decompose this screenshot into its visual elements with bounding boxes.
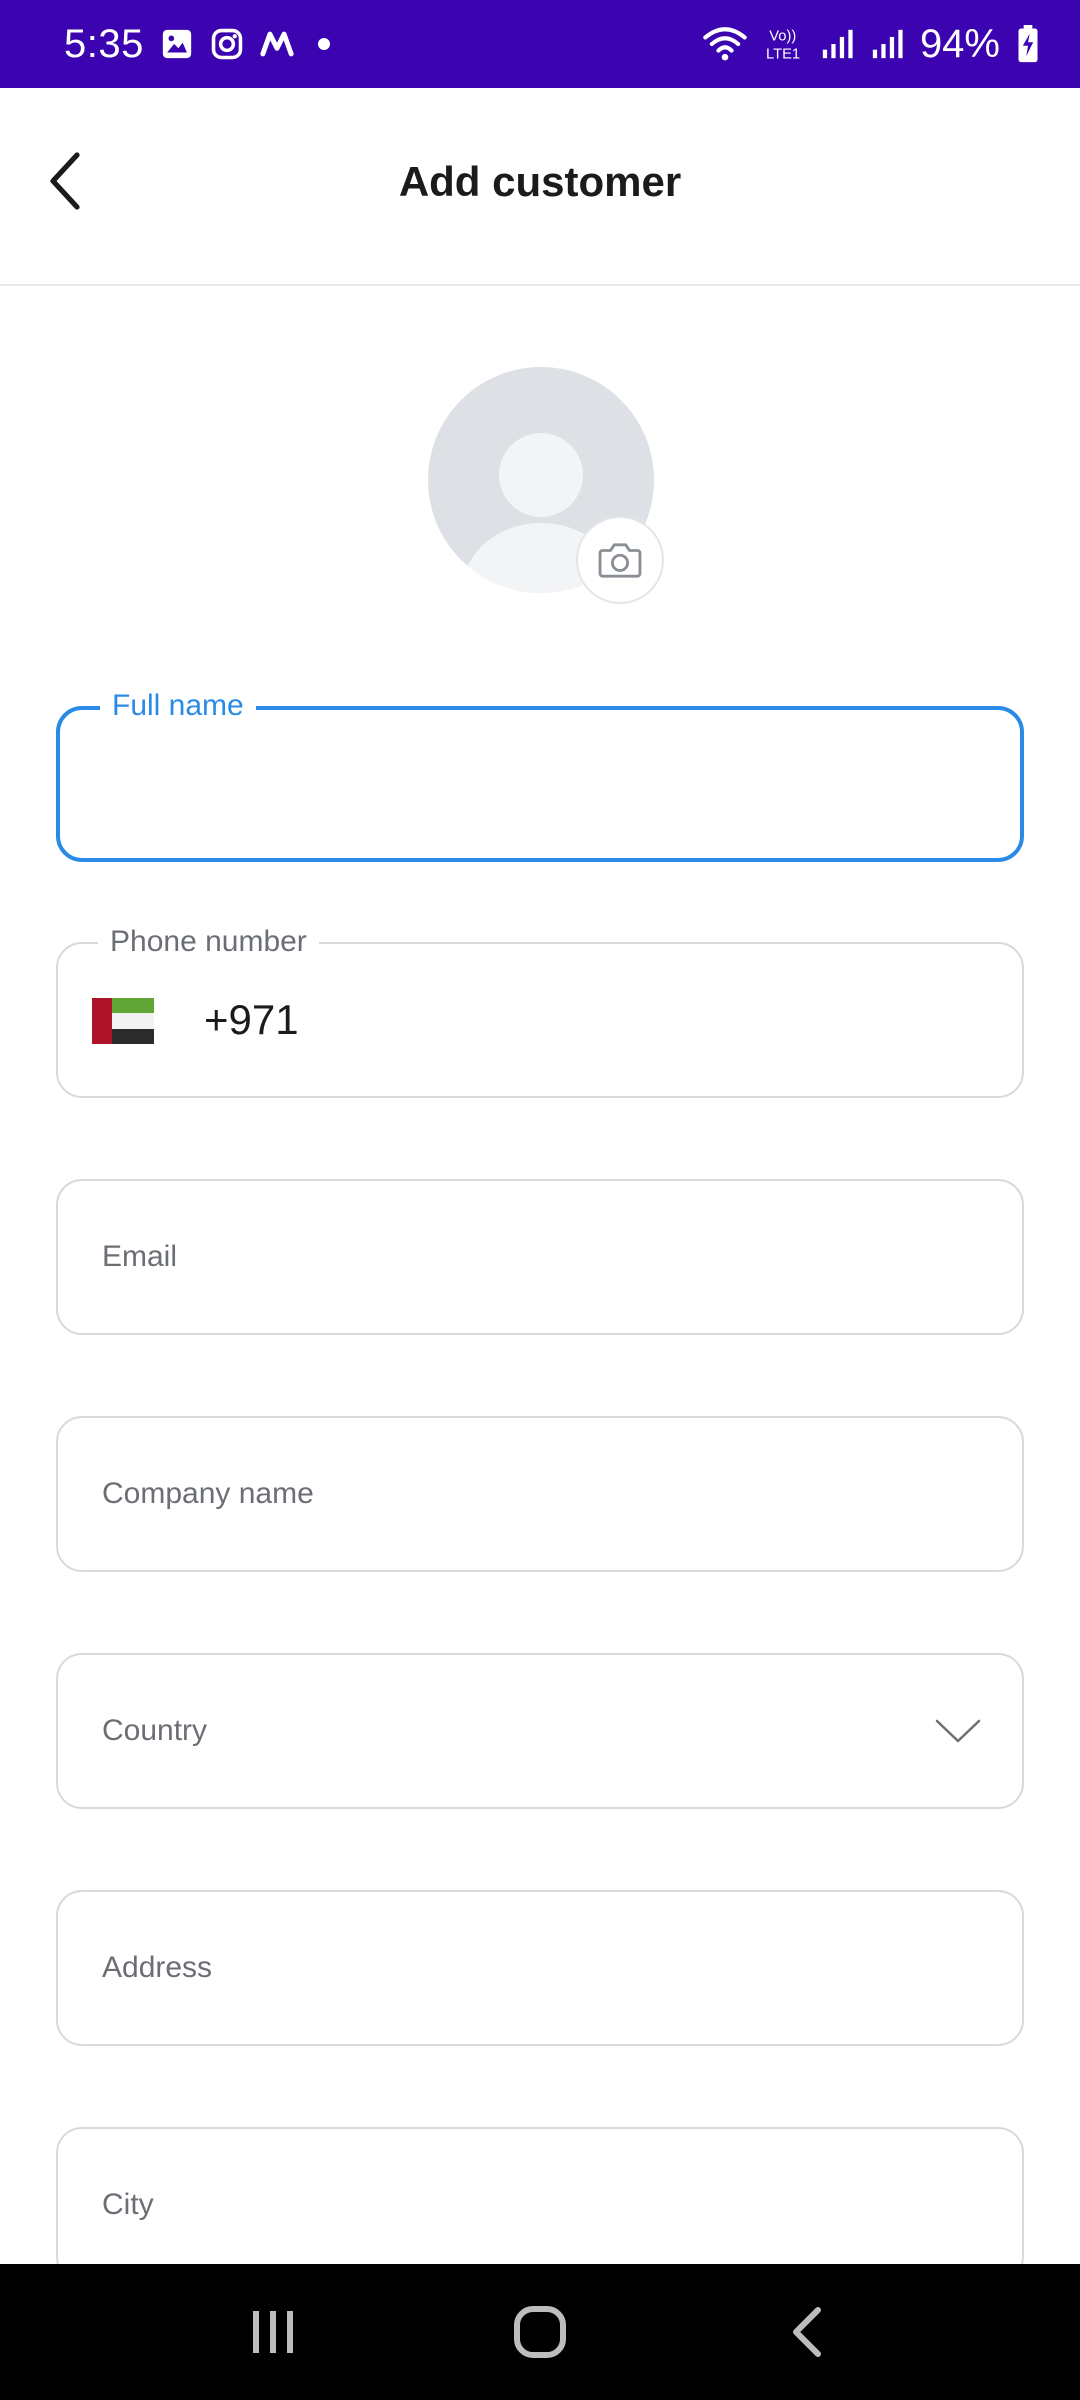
volte-icon: Vo)) LTE1 (766, 29, 800, 62)
status-bar: 5:35 Vo)) LTE1 94% (0, 0, 1080, 88)
battery-charging-icon (1018, 25, 1038, 63)
m-app-icon (260, 31, 294, 57)
city-placeholder: City (102, 2188, 154, 2221)
recents-icon (253, 2311, 294, 2353)
back-icon (792, 2307, 821, 2357)
svg-text:LTE1: LTE1 (766, 47, 800, 62)
uae-flag-icon[interactable] (92, 998, 154, 1044)
country-placeholder: Country (102, 1714, 208, 1747)
email-placeholder: Email (102, 1240, 178, 1273)
signal-icon (872, 29, 903, 59)
country-select[interactable]: Country (56, 1653, 1024, 1809)
screen: 5:35 Vo)) LTE1 94% Add customer Full nam… (0, 0, 1080, 2400)
gallery-icon (162, 29, 192, 59)
company-name-field[interactable]: Company name (56, 1416, 1024, 1572)
address-field[interactable]: Address (56, 1890, 1024, 2046)
app-header: Add customer (0, 88, 1080, 286)
status-bar-right: Vo)) LTE1 94% (702, 22, 1040, 67)
home-icon (513, 2306, 566, 2358)
company-name-placeholder: Company name (102, 1477, 314, 1510)
camera-icon (598, 543, 642, 578)
email-field[interactable]: Email (56, 1179, 1024, 1335)
system-nav-bar (0, 2264, 1080, 2400)
full-name-label: Full name (100, 688, 256, 724)
dot-icon (317, 38, 330, 50)
home-button[interactable] (500, 2292, 580, 2372)
nav-back-button[interactable] (767, 2292, 847, 2372)
status-time: 5:35 (64, 21, 144, 66)
signal-icon (822, 29, 853, 59)
instagram-icon (211, 28, 243, 60)
phone-number-field[interactable]: Phone number +971 (56, 924, 1024, 1098)
address-placeholder: Address (102, 1951, 213, 1984)
battery-percent: 94% (919, 21, 1000, 66)
phone-number-input[interactable]: +971 (204, 944, 299, 1096)
wifi-icon (703, 27, 747, 61)
status-bar-left: 5:35 (64, 22, 330, 67)
chevron-down-icon (935, 1719, 981, 1743)
city-field[interactable]: City (56, 2127, 1024, 2283)
full-name-field[interactable]: Full name (56, 688, 1024, 862)
camera-button[interactable] (576, 516, 664, 604)
svg-text:Vo)): Vo)) (769, 29, 796, 45)
page-title: Add customer (398, 158, 682, 205)
recents-button[interactable] (233, 2292, 313, 2372)
